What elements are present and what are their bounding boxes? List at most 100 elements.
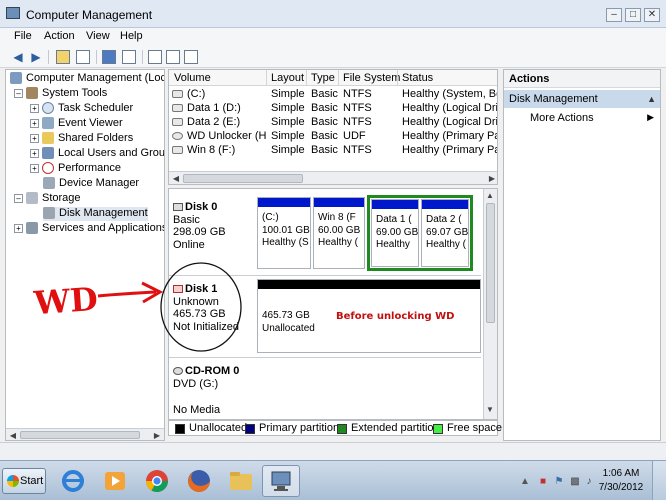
disk-vertical-scrollbar[interactable]: ▲ ▼ [483,189,497,419]
partition-data1[interactable]: Data 1 ( 69.00 GB Healthy [371,199,419,267]
tree-item-storage[interactable]: – Storage [14,192,81,206]
export-list-icon[interactable] [166,50,180,64]
settings-icon[interactable] [184,50,198,64]
partition-unallocated[interactable]: 465.73 GB Unallocated Before unlocking W… [257,279,481,353]
expand-icon[interactable]: + [30,163,39,173]
type-cell: Basic [311,144,338,156]
tree-item-shared-folders[interactable]: + Shared Folders [30,132,133,146]
tree-item-performance[interactable]: + Performance [30,162,121,176]
help-icon[interactable] [102,50,116,64]
hard-disk-icon [173,203,183,212]
scroll-down-icon[interactable]: ▼ [485,405,495,415]
scroll-left-icon[interactable]: ◀ [8,431,18,440]
tray-network-icon[interactable]: ▩ [570,477,580,487]
drive-icon [172,118,183,127]
column-divider[interactable] [306,70,307,86]
start-button[interactable]: Start [2,468,46,494]
dvd-icon [172,132,183,141]
tree-item-local-users[interactable]: + Local Users and Groups [30,147,164,161]
actions-section-disk-management[interactable]: Disk Management ▲ [504,90,660,108]
scroll-right-icon[interactable]: ▶ [487,174,497,184]
clock-date: 7/30/2012 [598,482,644,493]
tree-item-device-manager[interactable]: Device Manager [43,177,139,191]
properties-icon[interactable] [122,50,136,64]
scroll-right-icon[interactable]: ▶ [152,431,162,440]
expand-icon[interactable]: + [30,103,39,113]
table-row[interactable]: Win 8 (F:) Simple Basic NTFS Healthy (Pr… [169,143,497,157]
collapse-icon[interactable]: – [14,193,23,203]
disk-0-info[interactable]: Disk 0 Basic 298.09 GB Online [173,201,253,251]
menu-help[interactable]: Help [120,30,143,42]
chrome-button[interactable] [138,465,176,497]
type-cell: Basic [311,102,338,114]
scroll-thumb[interactable] [20,431,140,439]
column-file-system[interactable]: File System [343,72,400,84]
disk-size: 298.09 GB [173,226,226,238]
expand-icon[interactable]: + [14,223,23,233]
tree-item-event-viewer[interactable]: + Event Viewer [30,117,123,131]
tray-volume-icon[interactable]: ♪ [584,477,594,487]
partition-c[interactable]: (C:) 100.01 GB Healthy (S [257,197,311,269]
minimize-button[interactable]: – [606,8,622,22]
column-divider[interactable] [397,70,398,86]
tree-item-services-applications[interactable]: + Services and Applications [14,222,165,236]
column-divider[interactable] [266,70,267,86]
back-arrow-icon[interactable]: ◀ [10,49,26,65]
tree-item-label: Computer Management (Local [26,72,165,84]
tree-item-system-tools[interactable]: – System Tools [14,87,107,101]
table-row[interactable]: Data 2 (E:) Simple Basic NTFS Healthy (L… [169,115,497,129]
column-type[interactable]: Type [311,72,335,84]
table-row[interactable]: Data 1 (D:) Simple Basic NTFS Healthy (L… [169,101,497,115]
menu-action[interactable]: Action [44,30,75,42]
tree-item-task-scheduler[interactable]: + Task Scheduler [30,102,133,116]
column-layout[interactable]: Layout [271,72,304,84]
partition-bar [422,200,468,209]
media-player-button[interactable] [96,465,134,497]
scroll-left-icon[interactable]: ◀ [171,174,181,184]
explorer-button[interactable] [222,465,260,497]
maximize-button[interactable]: □ [625,8,641,22]
tray-arrow-icon[interactable]: ▲ [520,477,530,487]
partition-data2[interactable]: Data 2 ( 69.07 GB Healthy ( [421,199,469,267]
table-row[interactable]: WD Unlocker (H:) Simple Basic UDF Health… [169,129,497,143]
table-row[interactable]: (C:) Simple Basic NTFS Healthy (System, … [169,87,497,101]
tree-horizontal-scrollbar[interactable]: ◀ ▶ [6,428,164,440]
submenu-arrow-icon[interactable]: ▶ [647,112,654,123]
computer-management-taskbar-button[interactable] [262,465,300,497]
firefox-button[interactable] [180,465,218,497]
cdrom-info[interactable]: CD-ROM 0 DVD (G:) No Media [173,365,253,417]
tree-item-computer-management[interactable]: Computer Management (Local [10,72,165,86]
more-actions-link[interactable]: More Actions [530,112,594,124]
expand-icon[interactable]: + [30,118,39,128]
tree-item-label: Services and Applications [42,222,165,234]
menu-file[interactable]: File [14,30,32,42]
refresh-icon[interactable] [148,50,162,64]
column-status[interactable]: Status [402,72,433,84]
system-clock[interactable]: 1:06 AM 7/30/2012 [596,467,646,495]
tray-flag-icon[interactable]: ⚑ [554,477,564,487]
scroll-up-icon[interactable]: ▲ [485,191,495,201]
menu-view[interactable]: View [86,30,110,42]
expand-icon[interactable]: + [30,133,39,143]
volume-horizontal-scrollbar[interactable]: ◀ ▶ [169,171,497,184]
scroll-thumb[interactable] [486,203,495,323]
scroll-thumb[interactable] [183,174,303,183]
forward-arrow-icon[interactable]: ▶ [28,49,44,65]
close-button[interactable]: ✕ [644,8,660,22]
partition-status: Healthy ( [318,237,359,248]
partition-win8[interactable]: Win 8 (F 60.00 GB Healthy ( [313,197,365,269]
partition-bar [258,198,310,207]
volume-name: WD Unlocker (H:) [187,130,266,142]
expand-icon[interactable]: + [30,148,39,158]
tray-security-icon[interactable]: ■ [538,477,548,487]
show-hide-tree-icon[interactable] [76,50,90,64]
internet-explorer-button[interactable] [54,465,92,497]
column-volume[interactable]: Volume [174,72,211,84]
disk-1-info[interactable]: Disk 1 Unknown 465.73 GB Not Initialized [173,283,253,333]
up-folder-icon[interactable] [56,50,70,64]
show-desktop-button[interactable] [652,461,666,500]
tree-item-disk-management[interactable]: Disk Management [43,207,148,221]
collapse-up-icon[interactable]: ▲ [647,94,656,104]
collapse-icon[interactable]: – [14,88,23,98]
column-divider[interactable] [338,70,339,86]
